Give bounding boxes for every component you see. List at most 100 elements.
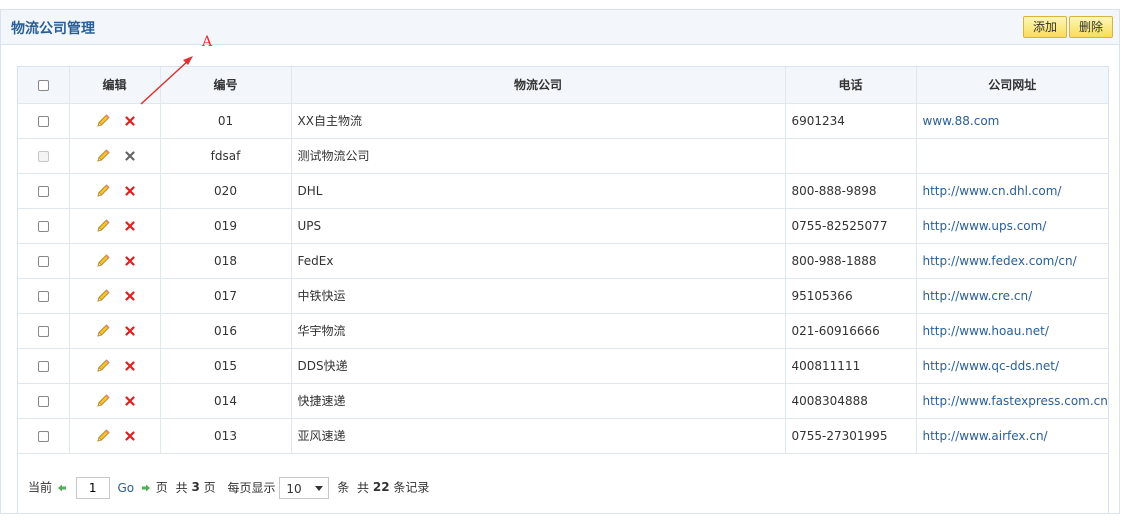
row-url-cell: http://www.cn.dhl.com/ bbox=[916, 173, 1108, 209]
header-code: 编号 bbox=[160, 67, 292, 104]
table-container: 编辑 编号 物流公司 电话 公司网址 01 XX自主物流 6901234 www.88… bbox=[17, 66, 1109, 514]
row-url-link[interactable]: http://www.ups.com/ bbox=[923, 219, 1047, 233]
row-url-link[interactable]: http://www.cre.cn/ bbox=[923, 289, 1033, 303]
pager-total-prefix: 共 bbox=[175, 480, 188, 495]
cross-icon[interactable] bbox=[124, 395, 135, 406]
row-url-link[interactable]: http://www.qc-dds.net/ bbox=[923, 359, 1060, 373]
row-url-link[interactable]: www.88.com bbox=[923, 114, 1000, 128]
cross-icon[interactable] bbox=[124, 360, 135, 371]
page-number-input[interactable] bbox=[75, 476, 110, 499]
row-url-cell: www.88.com bbox=[916, 103, 1108, 139]
table-row: 013 亚风速递 0755-27301995 http://www.airfex.cn… bbox=[18, 418, 1108, 454]
pencil-icon[interactable] bbox=[95, 148, 111, 164]
row-code: 016 bbox=[160, 313, 292, 349]
row-checkbox[interactable] bbox=[37, 395, 49, 407]
row-checkbox[interactable] bbox=[37, 360, 49, 372]
row-url-link[interactable]: http://www.airfex.cn/ bbox=[923, 429, 1048, 443]
pager: 当前 Go 页 共 3 页 每页显示 10 条 共 22 条记录 bbox=[28, 475, 429, 499]
row-url-cell: http://www.ups.com/ bbox=[916, 208, 1108, 244]
row-checkbox[interactable] bbox=[37, 255, 49, 267]
cross-icon[interactable] bbox=[124, 325, 135, 336]
pencil-icon[interactable] bbox=[95, 218, 111, 234]
row-company: FedEx bbox=[291, 243, 786, 279]
row-code: 014 bbox=[160, 383, 292, 419]
row-select-cell bbox=[18, 208, 70, 244]
row-code: 013 bbox=[160, 418, 292, 454]
row-url-link[interactable]: http://www.cn.dhl.com/ bbox=[923, 184, 1062, 198]
row-phone: 0755-82525077 bbox=[785, 208, 917, 244]
pencil-icon[interactable] bbox=[95, 288, 111, 304]
table-row: fdsaf 测试物流公司 bbox=[18, 138, 1108, 174]
pager-records-suffix: 条记录 bbox=[393, 480, 430, 495]
row-checkbox[interactable] bbox=[37, 185, 49, 197]
row-select-cell bbox=[18, 243, 70, 279]
table-header-row: 编辑 编号 物流公司 电话 公司网址 bbox=[18, 67, 1108, 104]
row-url-cell bbox=[916, 138, 1108, 174]
row-checkbox[interactable] bbox=[37, 430, 49, 442]
cross-icon[interactable] bbox=[124, 185, 135, 196]
row-company: 快捷速递 bbox=[291, 383, 786, 419]
header-url: 公司网址 bbox=[916, 67, 1108, 104]
row-edit-cell bbox=[69, 383, 161, 419]
table-row: 01 XX自主物流 6901234 www.88.com bbox=[18, 103, 1108, 139]
pager-total-pages: 3 bbox=[191, 480, 200, 494]
row-phone: 800-988-1888 bbox=[785, 243, 917, 279]
chevron-down-icon bbox=[315, 485, 324, 491]
row-edit-cell bbox=[69, 313, 161, 349]
row-code: 015 bbox=[160, 348, 292, 384]
select-all-cell bbox=[18, 67, 70, 104]
row-select-cell bbox=[18, 138, 70, 174]
row-checkbox[interactable] bbox=[37, 290, 49, 302]
row-company: UPS bbox=[291, 208, 786, 244]
pencil-icon[interactable] bbox=[95, 323, 111, 339]
pencil-icon[interactable] bbox=[95, 113, 111, 129]
table-row: 018 FedEx 800-988-1888 http://www.fedex.com… bbox=[18, 243, 1108, 279]
row-company: XX自主物流 bbox=[291, 103, 786, 139]
arrow-left-icon[interactable] bbox=[57, 484, 66, 492]
delete-button[interactable]: 删除 bbox=[1068, 16, 1113, 38]
pencil-icon[interactable] bbox=[95, 358, 111, 374]
row-url-cell: http://www.qc-dds.net/ bbox=[916, 348, 1108, 384]
company-table: 编辑 编号 物流公司 电话 公司网址 01 XX自主物流 6901234 www.88… bbox=[18, 67, 1108, 454]
row-edit-cell bbox=[69, 208, 161, 244]
select-all-checkbox[interactable] bbox=[37, 79, 49, 91]
header-edit: 编辑 bbox=[69, 67, 161, 104]
page-size-select[interactable]: 10 bbox=[279, 476, 330, 499]
cross-icon[interactable] bbox=[124, 430, 135, 441]
add-button[interactable]: 添加 bbox=[1022, 16, 1067, 38]
arrow-right-icon[interactable] bbox=[141, 484, 150, 492]
cross-icon[interactable] bbox=[124, 255, 135, 266]
pencil-icon[interactable] bbox=[95, 183, 111, 199]
pencil-icon[interactable] bbox=[95, 253, 111, 269]
row-phone: 0755-27301995 bbox=[785, 418, 917, 454]
row-select-cell bbox=[18, 313, 70, 349]
row-code: 020 bbox=[160, 173, 292, 209]
row-company: DDS快递 bbox=[291, 348, 786, 384]
pencil-icon[interactable] bbox=[95, 428, 111, 444]
pager-page-word: 页 bbox=[155, 480, 168, 495]
go-button[interactable]: Go bbox=[118, 481, 135, 495]
header-phone: 电话 bbox=[785, 67, 917, 104]
panel-header: 物流公司管理 添加 删除 bbox=[1, 10, 1119, 45]
row-url-link[interactable]: http://www.hoau.net/ bbox=[923, 324, 1049, 338]
row-company: 中铁快运 bbox=[291, 278, 786, 314]
cross-icon[interactable] bbox=[124, 290, 135, 301]
row-select-cell bbox=[18, 348, 70, 384]
row-url-link[interactable]: http://www.fedex.com/cn/ bbox=[923, 254, 1077, 268]
row-checkbox[interactable] bbox=[37, 325, 49, 337]
row-code: 01 bbox=[160, 103, 292, 139]
row-url-link[interactable]: http://www.fastexpress.com.cn/ bbox=[923, 394, 1109, 408]
row-code: 019 bbox=[160, 208, 292, 244]
pager-total-pages-suffix: 页 bbox=[203, 480, 216, 495]
cross-icon[interactable] bbox=[124, 150, 135, 161]
cross-icon[interactable] bbox=[124, 220, 135, 231]
table-row: 015 DDS快递 400811111 http://www.qc-dds.net/ bbox=[18, 348, 1108, 384]
row-edit-cell bbox=[69, 173, 161, 209]
cross-icon[interactable] bbox=[124, 115, 135, 126]
pencil-icon[interactable] bbox=[95, 393, 111, 409]
pager-current-label: 当前 bbox=[28, 480, 53, 495]
pager-per-page-unit: 条 bbox=[337, 480, 350, 495]
row-checkbox[interactable] bbox=[37, 115, 49, 127]
row-edit-cell bbox=[69, 278, 161, 314]
row-checkbox[interactable] bbox=[37, 220, 49, 232]
